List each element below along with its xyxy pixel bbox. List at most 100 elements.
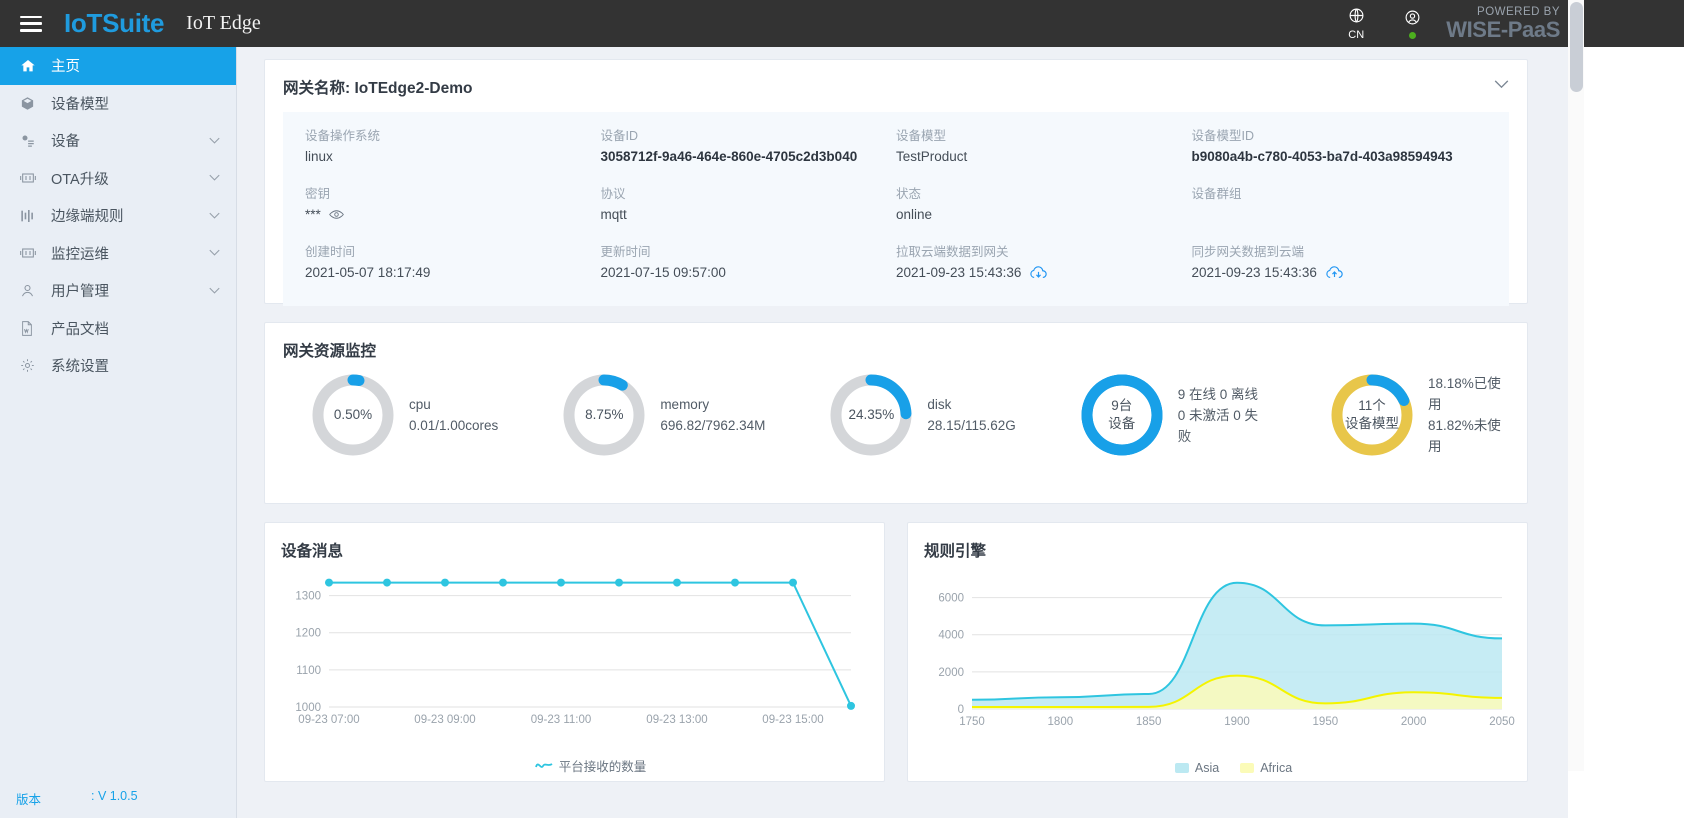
device-message-card: 设备消息 1000 1100 1200 1300 09-23 07:00 09-23 09… <box>264 522 885 782</box>
gateway-field-label: 设备ID <box>600 129 639 143</box>
gateway-field-label: 设备操作系统 <box>305 129 381 143</box>
gauge-center-line2: 设备 <box>1108 416 1136 431</box>
cloud-upload-icon[interactable] <box>1325 265 1344 281</box>
gateway-field-label: 设备模型 <box>896 129 947 143</box>
legend-label: 平台接收的数量 <box>558 760 647 774</box>
eye-icon[interactable] <box>328 204 344 226</box>
sidebar-item-3[interactable]: 设备 <box>0 122 236 160</box>
sidebar-item-label: 设备 <box>51 134 80 151</box>
rule-engine-chart: 0 2000 4000 6000 1750 1800 1850 1900 1950 2000 205… <box>924 569 1515 754</box>
rule-engine-title: 规则引擎 <box>924 543 987 560</box>
gateway-field: 创建时间 2021-05-07 18:17:49 <box>305 242 601 290</box>
sidebar-item-label: 设备模型 <box>51 96 109 113</box>
cloud-download-icon[interactable] <box>1029 265 1048 281</box>
sidebar-item-8[interactable]: 产品文档 <box>0 310 236 348</box>
chevron-down-icon[interactable] <box>209 247 220 259</box>
chevron-down-icon[interactable] <box>1494 76 1509 92</box>
gateway-field-value: 2021-09-23 15:43:36 <box>1192 262 1488 284</box>
svg-text:1300: 1300 <box>295 591 321 603</box>
chevron-down-icon[interactable] <box>209 135 220 147</box>
sidebar-item-9[interactable]: 系统设置 <box>0 347 236 385</box>
gauge-list: 0.50% cpu 0.01/1.00cores 8.75% memory 696.82/… <box>283 369 1509 461</box>
wave-icon <box>534 763 553 768</box>
gateway-field-text: online <box>896 207 933 222</box>
svg-text:09-23 07:00: 09-23 07:00 <box>298 714 359 726</box>
legend-label: Africa <box>1260 761 1293 775</box>
chevron-down-icon[interactable] <box>209 210 220 222</box>
gateway-field-value: TestProduct <box>896 146 1192 168</box>
wise-paas-text: WISE-PaaS <box>1446 16 1560 42</box>
sidebar-item-5[interactable]: 边缘端规则 <box>0 197 236 235</box>
gateway-field: 设备ID 3058712f-9a46-464e-860e-4705c2d3b040 <box>601 126 897 174</box>
gauge-3: 24.35% disk 28.15/115.62G <box>825 369 1016 461</box>
top-bar-actions: CN POWERED BY WISE-PaaS <box>1328 0 1568 47</box>
legend-item[interactable]: 平台接收的数量 <box>534 756 647 775</box>
gauge-label-name: cpu <box>409 397 431 412</box>
cube-icon <box>20 96 42 111</box>
gauge-label-name: 18.18%已使用 <box>1428 376 1501 412</box>
gateway-field-label: 创建时间 <box>305 245 356 259</box>
area-chart-svg: 0 2000 4000 6000 1750 1800 1850 1900 1950 2000 205… <box>938 581 1515 728</box>
top-bar: IoTSuite IoT Edge CN POWERED BY WISE-Paa… <box>0 0 1568 47</box>
gauge-label: disk 28.15/115.62G <box>927 394 1015 436</box>
gateway-field: 设备模型 TestProduct <box>896 126 1192 174</box>
gateway-field: 同步网关数据到云端 2021-09-23 15:43:36 <box>1192 242 1488 290</box>
main-content: 网关名称: IoTEdge2-Demo 设备操作系统 linux 设备ID 30587… <box>237 47 1568 818</box>
svg-text:4000: 4000 <box>938 630 964 642</box>
scrollbar-track[interactable] <box>1568 0 1584 771</box>
gauge-ring: 0.50% <box>307 369 399 461</box>
gauge-label: cpu 0.01/1.00cores <box>409 394 498 436</box>
gateway-field-text: 2021-07-15 09:57:00 <box>600 265 726 280</box>
gauge-center-line2: 设备模型 <box>1345 416 1399 431</box>
svg-text:6000: 6000 <box>938 593 964 605</box>
gauge-1: 0.50% cpu 0.01/1.00cores <box>307 369 498 461</box>
home-icon <box>20 58 42 74</box>
user-menu[interactable] <box>1384 0 1440 47</box>
gauge-center-line1: 8.75% <box>585 407 624 422</box>
gauge-ring: 8.75% <box>558 369 650 461</box>
gateway-field-text: mqtt <box>600 207 627 222</box>
gateway-field-text: 2021-09-23 15:43:36 <box>896 265 1022 280</box>
sidebar: 主页 设备模型 设备 OTA升级 边缘端规则 监控运维 用户管理 产品文档 系统设置 版本 : … <box>0 47 237 818</box>
sidebar-item-label: 用户管理 <box>51 284 109 301</box>
sidebar-item-label: 产品文档 <box>51 321 109 338</box>
sidebar-nav: 主页设备模型设备 OTA升级边缘端规则 监控运维用户管理产品文档系统设置 <box>0 47 236 385</box>
sliders-icon <box>20 209 42 223</box>
gateway-field: 设备群组 <box>1192 184 1488 232</box>
language-switcher[interactable]: CN <box>1328 0 1384 47</box>
hamburger-icon[interactable] <box>20 15 42 32</box>
sidebar-item-1[interactable]: 主页 <box>0 47 236 85</box>
gateway-field-text: *** <box>305 207 321 222</box>
app-root: IoTSuite IoT Edge CN POWERED BY WISE-Paa… <box>0 0 1684 818</box>
sidebar-item-label: OTA升级 <box>51 171 109 188</box>
gauge-label: memory 696.82/7962.34M <box>660 394 765 436</box>
gateway-field-value: linux <box>305 146 601 168</box>
gauge-center-line1: 9台 <box>1111 398 1133 413</box>
line-chart-svg: 1000 1100 1200 1300 09-23 07:00 09-23 09:00 09… <box>295 578 855 726</box>
gauge-label-detail: 696.82/7962.34M <box>660 418 766 433</box>
svg-text:1800: 1800 <box>1048 716 1074 728</box>
chevron-down-icon[interactable] <box>209 285 220 297</box>
sidebar-item-6[interactable]: 监控运维 <box>0 235 236 273</box>
device-message-title: 设备消息 <box>281 543 344 560</box>
svg-text:09-23 09:00: 09-23 09:00 <box>414 714 475 726</box>
legend-item[interactable]: Africa <box>1240 761 1292 775</box>
scrollbar-thumb[interactable] <box>1570 2 1583 92</box>
gateway-field-value: 2021-09-23 15:43:36 <box>896 262 1192 284</box>
user-icon <box>1404 9 1421 31</box>
gateway-field-label: 状态 <box>896 187 922 201</box>
sidebar-item-2[interactable]: 设备模型 <box>0 85 236 123</box>
legend-item[interactable]: Asia <box>1174 761 1219 775</box>
gateway-field-text: b9080a4b-c780-4053-ba7d-403a98594943 <box>1191 149 1453 164</box>
gateway-field-value: 2021-07-15 09:57:00 <box>601 262 897 284</box>
svg-text:09-23 11:00: 09-23 11:00 <box>531 714 592 726</box>
gateway-field-label: 拉取云端数据到网关 <box>896 245 1009 259</box>
sidebar-item-7[interactable]: 用户管理 <box>0 272 236 310</box>
charts-row: 设备消息 1000 1100 1200 1300 09-23 07:00 09-23 09… <box>264 522 1554 782</box>
gateway-field: 设备模型ID b9080a4b-c780-4053-ba7d-403a985949… <box>1192 126 1488 174</box>
sidebar-item-4[interactable]: OTA升级 <box>0 160 236 198</box>
chevron-down-icon[interactable] <box>209 172 220 184</box>
gateway-field: 拉取云端数据到网关 2021-09-23 15:43:36 <box>896 242 1192 290</box>
gateway-field-value: 3058712f-9a46-464e-860e-4705c2d3b040 <box>601 146 897 168</box>
gateway-field: 协议 mqtt <box>601 184 897 232</box>
